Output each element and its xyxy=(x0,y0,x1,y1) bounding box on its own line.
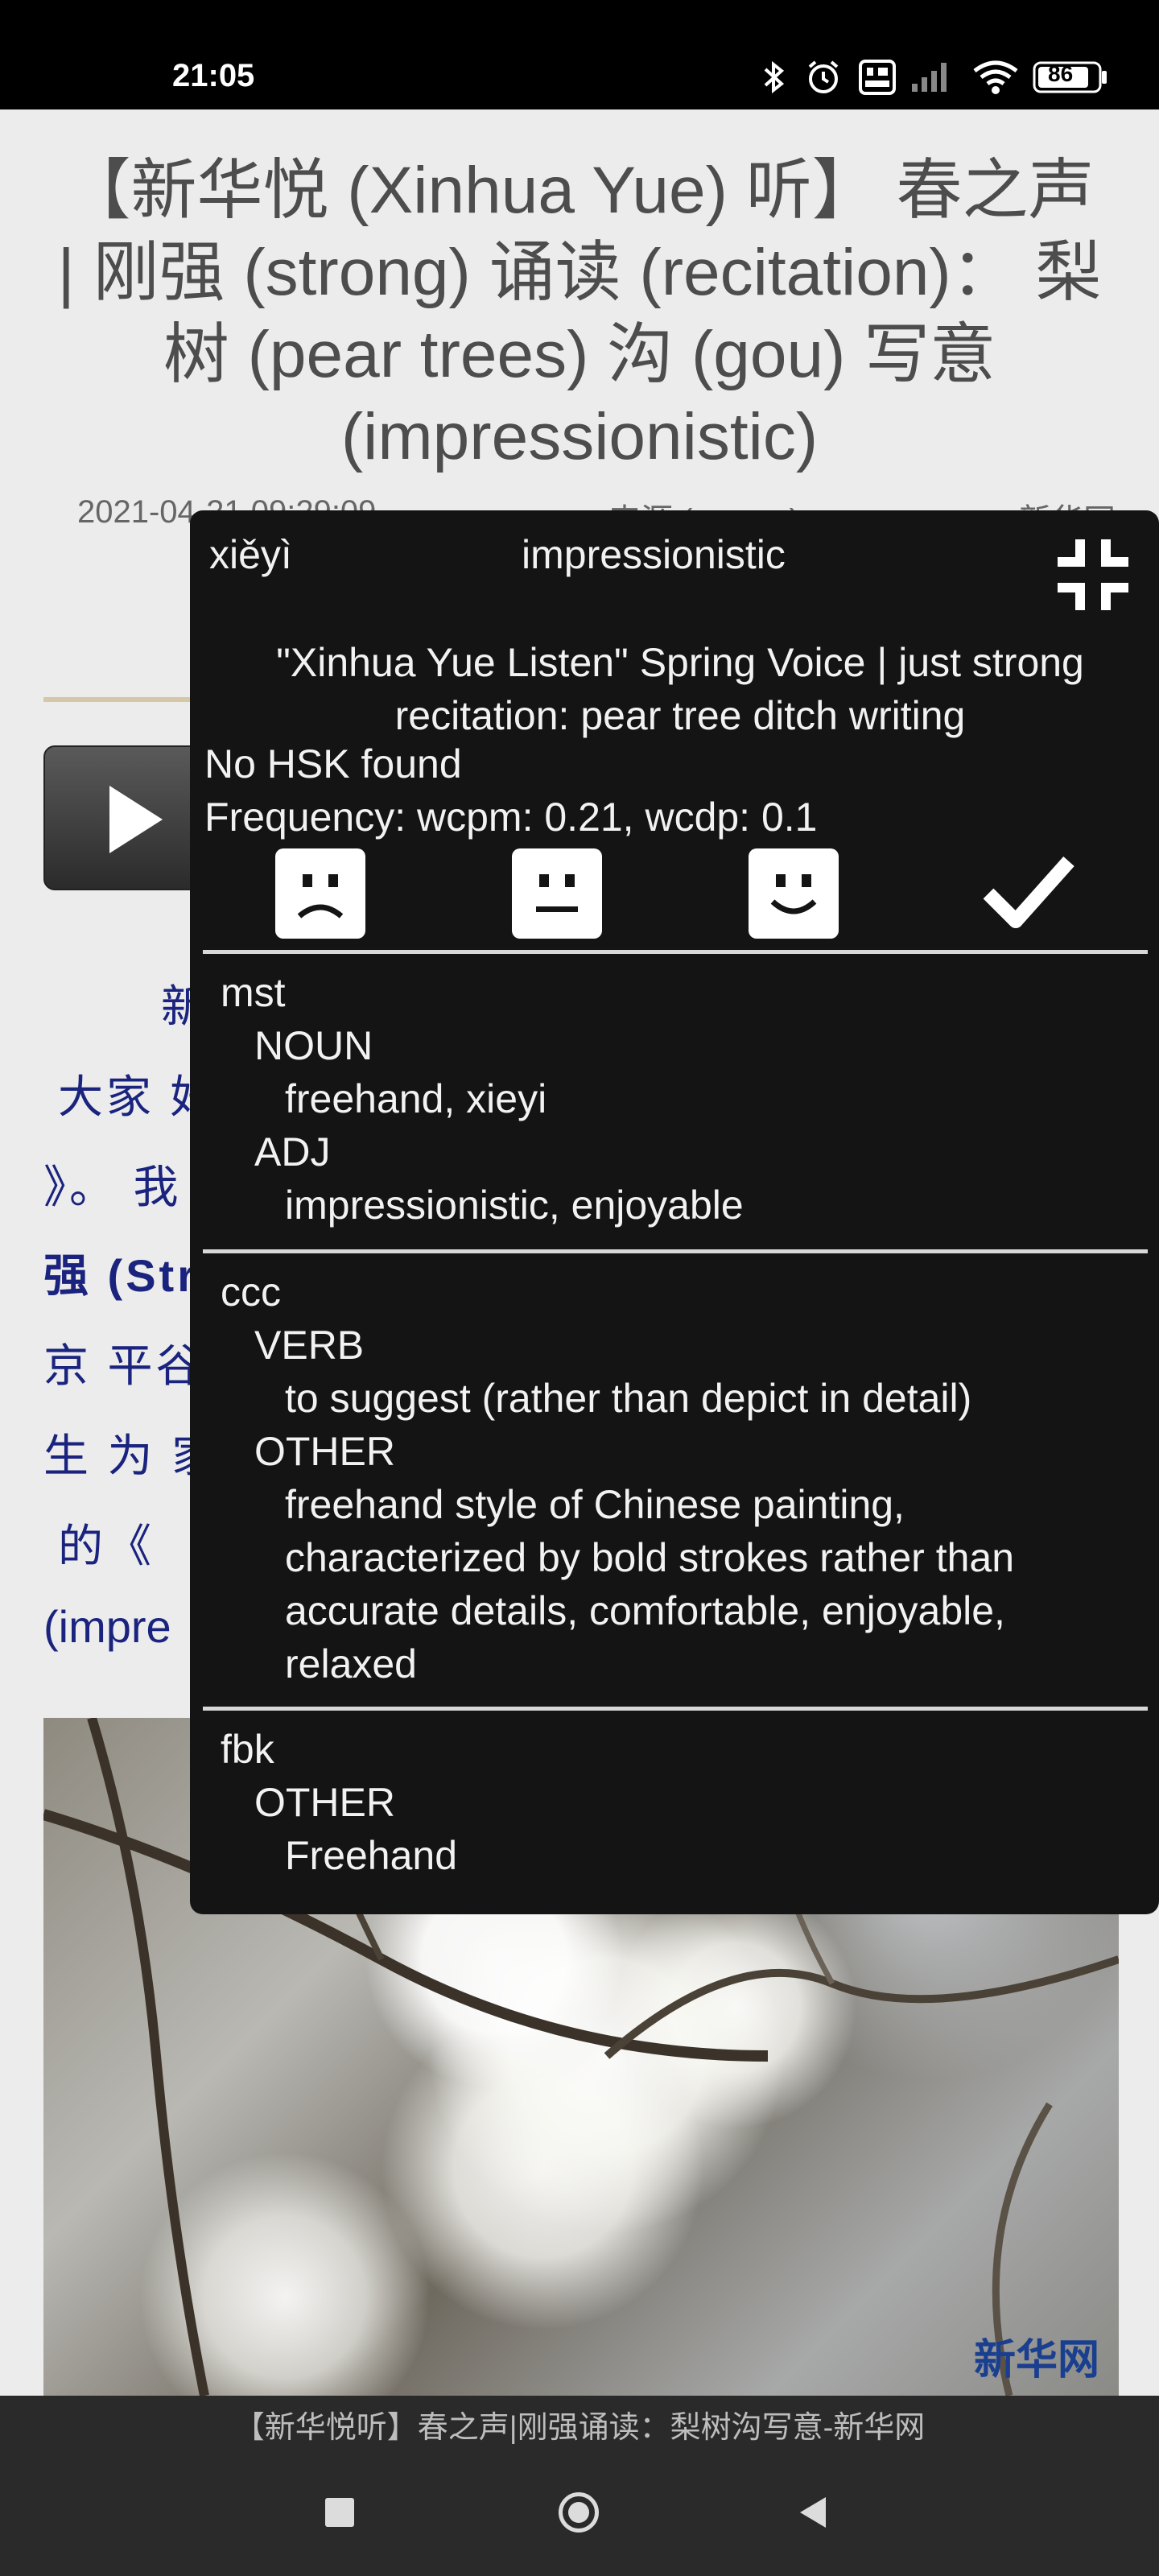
part-of-speech: VERB xyxy=(254,1323,365,1368)
definition: Freehand xyxy=(285,1833,458,1878)
dictionary-popup[interactable]: xiěyì impressionistic "Xinhua Yue Listen… xyxy=(190,510,1159,1914)
signal-icon xyxy=(909,58,955,97)
neutral-face-icon xyxy=(536,874,578,912)
word-frequency: Frequency: wcpm: 0.21, wcdp: 0.1 xyxy=(204,795,818,840)
collapse-icon[interactable] xyxy=(1053,535,1133,619)
dict-entry: ccc VERB to suggest (rather than depict … xyxy=(221,1265,1146,1690)
home-dot-icon xyxy=(568,2502,589,2523)
body-line[interactable]: 的《 xyxy=(58,1510,155,1575)
divider xyxy=(203,1249,1148,1253)
back-button[interactable] xyxy=(800,2497,826,2528)
definition: freehand style of Chinese painting, char… xyxy=(285,1482,1015,1686)
part-of-speech: ADJ xyxy=(254,1129,331,1174)
status-time: 21:05 xyxy=(172,58,255,93)
divider xyxy=(203,950,1148,954)
page-caption: 【新华悦听】春之声|刚强诵读：梨树沟写意-新华网 xyxy=(0,2396,1159,2460)
happy-face-button[interactable] xyxy=(749,848,839,939)
sad-face-icon xyxy=(297,874,344,919)
wifi-icon xyxy=(971,58,1021,97)
navigation-bar xyxy=(0,2460,1159,2576)
part-of-speech: OTHER xyxy=(254,1780,395,1825)
check-icon[interactable] xyxy=(982,853,1075,935)
body-line[interactable]: 京 平谷 xyxy=(43,1330,204,1395)
definition: freehand, xieyi xyxy=(285,1076,547,1121)
article-title: 【新华悦 (Xinhua Yue) 听】 春之声 | 刚强 (strong) 诵… xyxy=(57,154,1102,473)
hsk-level: No HSK found xyxy=(204,741,462,786)
body-line[interactable]: 强 (Str xyxy=(43,1240,198,1305)
pinyin: xiěyì xyxy=(209,532,292,577)
definition: to suggest (rather than depict in detail… xyxy=(285,1376,972,1421)
home-button[interactable] xyxy=(559,2492,599,2533)
happy-face-icon xyxy=(770,874,817,914)
volte-icon xyxy=(858,58,897,97)
part-of-speech: NOUN xyxy=(254,1023,373,1068)
sentence-translation: "Xinhua Yue Listen" Spring Voice | just … xyxy=(276,640,1084,738)
divider xyxy=(203,1707,1148,1711)
dict-entry: mst NOUN freehand, xieyi ADJ impressioni… xyxy=(221,966,1146,1232)
dict-entry: fbk OTHER Freehand xyxy=(221,1723,1146,1882)
entry-source: mst xyxy=(221,970,286,1015)
play-icon[interactable] xyxy=(109,786,163,853)
entry-source: ccc xyxy=(221,1269,281,1315)
headword: impressionistic xyxy=(522,532,786,577)
sad-face-button[interactable] xyxy=(275,848,365,939)
definition: impressionistic, enjoyable xyxy=(285,1183,744,1228)
alarm-icon xyxy=(803,58,843,97)
body-line[interactable]: 》。 我 xyxy=(43,1151,182,1216)
neutral-face-button[interactable] xyxy=(512,848,602,939)
recents-button[interactable] xyxy=(325,2498,354,2527)
body-line[interactable]: (impre xyxy=(43,1600,171,1653)
photo-watermark: 新华网 xyxy=(973,2337,1099,2384)
battery-level: 86 xyxy=(1048,61,1074,86)
part-of-speech: OTHER xyxy=(254,1429,395,1474)
entry-source: fbk xyxy=(221,1727,274,1772)
battery-icon: 86 xyxy=(1032,58,1109,97)
status-bar: 21:05 86 xyxy=(0,0,1159,109)
bluetooth-icon xyxy=(760,58,789,97)
